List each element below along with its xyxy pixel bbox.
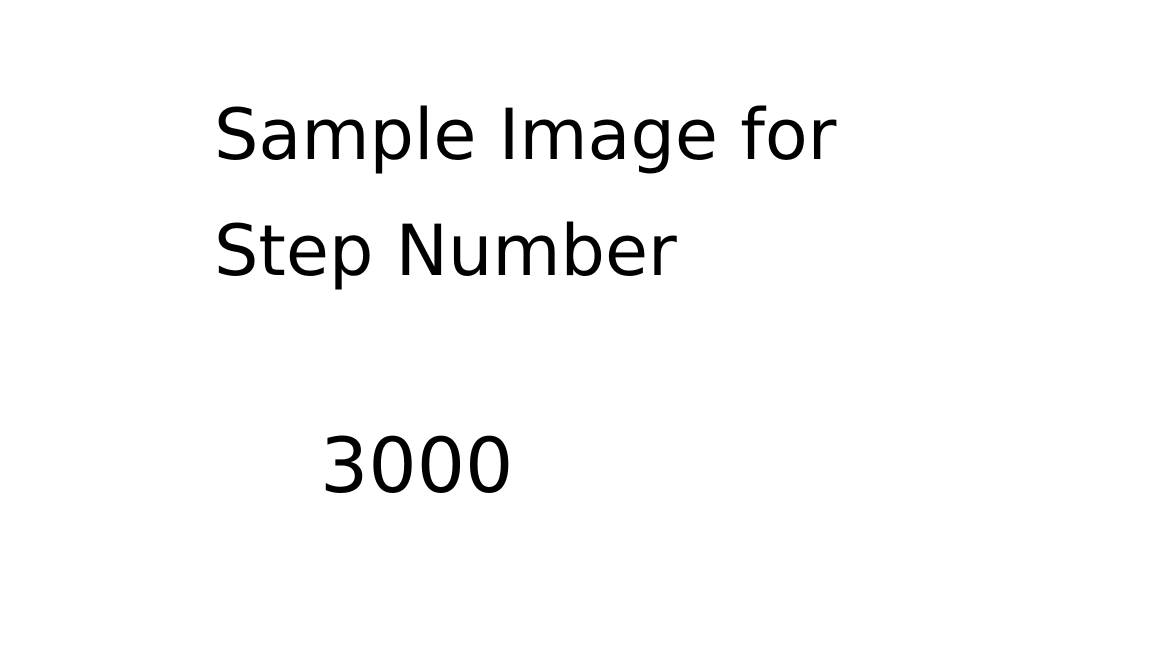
slide-canvas: Sample Image for Step Number 3000 bbox=[0, 0, 1152, 648]
title-line-2: Step Number bbox=[214, 210, 677, 292]
step-number: 3000 bbox=[320, 421, 514, 510]
title-line-1: Sample Image for bbox=[214, 94, 837, 176]
